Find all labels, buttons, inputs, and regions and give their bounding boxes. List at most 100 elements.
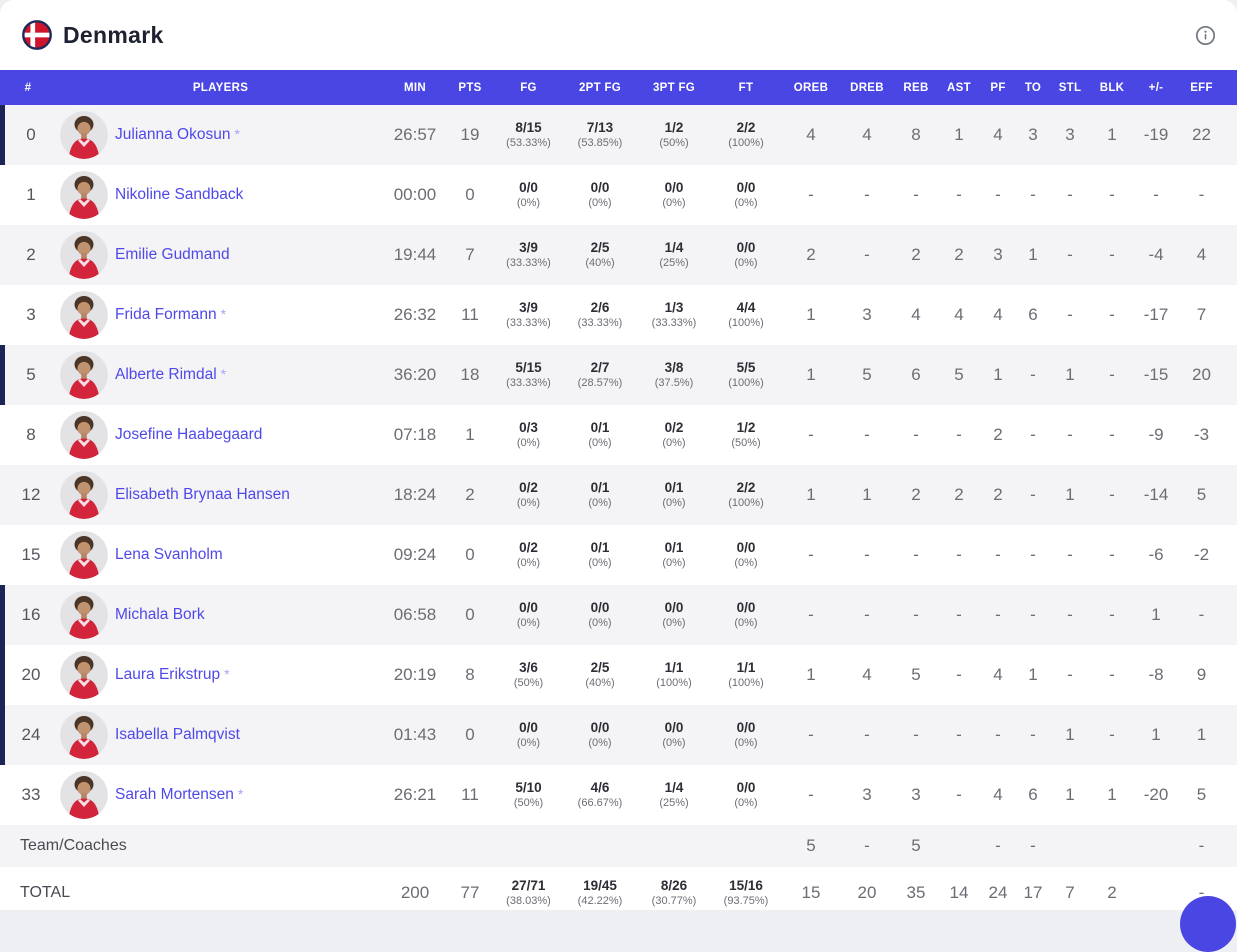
player-link[interactable]: Michala Bork [115,606,205,623]
stat-pf: 4 [980,285,1016,345]
team-coaches-row: Team/Coaches5-5--- [0,825,1237,867]
stat-eff: 5 [1178,765,1237,825]
stat-fg: 3/9(33.33%) [495,225,562,285]
player-photo [60,711,108,759]
player-number-label: 16 [22,605,41,624]
stat-oreb: 4 [782,105,840,165]
stat-pf: 4 [980,645,1016,705]
table-row: 12 Elisabeth Brynaa Hansen18:2420/2(0%)0… [0,465,1237,525]
stat-stl: - [1050,405,1090,465]
player-link[interactable]: Josefine Haabegaard [115,426,262,443]
stat-fg-made-attempted: 5/10 [495,779,562,797]
player-link[interactable]: Frida Formann [115,306,217,323]
empty-cell [710,825,782,867]
stat-pts: 8 [445,645,495,705]
table-row: 33 Sarah Mortensen*26:21115/10(50%)4/6(6… [0,765,1237,825]
stat-ft-made-attempted: 0/0 [710,719,782,737]
stat-pm: -20 [1134,765,1178,825]
stat-blk [1090,825,1134,867]
table-row: 20 Laura Erikstrup*20:1983/6(50%)2/5(40%… [0,645,1237,705]
info-icon[interactable] [1195,25,1216,46]
stat-fg3-made-attempted: 0/0 [638,719,710,737]
team-header: Denmark [0,0,1237,70]
stat-ast: - [938,705,980,765]
stat-stl: - [1050,165,1090,225]
player-number-label: 33 [22,785,41,804]
stat-to: - [1016,525,1050,585]
stat-pts: 0 [445,165,495,225]
player-link[interactable]: Isabella Palmqvist [115,726,240,743]
stat-ft-made-attempted: 0/0 [710,539,782,557]
stat-ft: 0/0(0%) [710,585,782,645]
stat-pf: 3 [980,225,1016,285]
stat-fg2-percentage: (0%) [562,497,638,511]
stat-dreb: 20 [840,867,894,910]
stat-fg2: 2/5(40%) [562,225,638,285]
stat-ft-made-attempted: 5/5 [710,359,782,377]
stat-fg2-made-attempted: 0/1 [562,539,638,557]
stat-fg-made-attempted: 0/3 [495,419,562,437]
col-header-2ptfg: 2PT FG [562,70,638,105]
stat-fg-made-attempted: 0/2 [495,539,562,557]
stat-reb: 4 [894,285,938,345]
player-link[interactable]: Julianna Okosun [115,126,230,143]
stat-reb: - [894,585,938,645]
stat-fg: 5/15(33.33%) [495,345,562,405]
player-number-label: 24 [22,725,41,744]
stat-ft: 2/2(100%) [710,105,782,165]
player-link[interactable]: Emilie Gudmand [115,246,230,263]
col-header-to: TO [1016,70,1050,105]
starter-star: * [234,126,239,142]
stat-fg: 5/10(50%) [495,765,562,825]
stat-pf: 2 [980,465,1016,525]
stat-fg2-made-attempted: 19/45 [562,877,638,895]
player-number: 0 [0,105,56,165]
stat-fg: 27/71(38.03%) [495,867,562,910]
player-photo [60,111,108,159]
stat-min: 26:32 [385,285,445,345]
avatar [56,225,112,285]
stat-pm: -8 [1134,645,1178,705]
player-number: 8 [0,405,56,465]
floating-action-button[interactable] [1180,896,1236,952]
table-row: 3 Frida Formann*26:32113/9(33.33%)2/6(33… [0,285,1237,345]
player-number-label: 2 [26,245,35,264]
stat-fg-percentage: (50%) [495,797,562,811]
player-name-cell: Josefine Haabegaard [112,405,385,465]
stat-blk: - [1090,525,1134,585]
stat-min: 19:44 [385,225,445,285]
stat-fg-made-attempted: 0/2 [495,479,562,497]
stat-fg-percentage: (0%) [495,617,562,631]
stat-fg: 0/3(0%) [495,405,562,465]
stat-ft: 0/0(0%) [710,765,782,825]
stat-ft: 0/0(0%) [710,165,782,225]
player-link[interactable]: Sarah Mortensen [115,786,234,803]
col-header-players: PLAYERS [56,70,385,105]
stat-oreb: - [782,765,840,825]
player-number: 3 [0,285,56,345]
stat-fg3: 0/1(0%) [638,525,710,585]
stat-fg: 3/9(33.33%) [495,285,562,345]
stat-pm: - [1134,165,1178,225]
stat-dreb: 3 [840,765,894,825]
stat-to: - [1016,705,1050,765]
stat-ft-made-attempted: 0/0 [710,179,782,197]
player-link[interactable]: Lena Svanholm [115,546,223,563]
box-score-card: Denmark # PLAYERS MIN PTS FG 2PT FG [0,0,1237,910]
stat-fg2: 4/6(66.67%) [562,765,638,825]
stat-pts: 11 [445,285,495,345]
player-link[interactable]: Alberte Rimdal [115,366,217,383]
total-label: TOTAL [0,867,385,910]
on-court-marker [0,705,5,765]
player-link[interactable]: Laura Erikstrup [115,666,220,683]
stat-dreb: 4 [840,645,894,705]
player-name-cell: Isabella Palmqvist [112,705,385,765]
stat-ft: 1/1(100%) [710,645,782,705]
stat-eff: 9 [1178,645,1237,705]
stat-fg2: 0/0(0%) [562,705,638,765]
player-link[interactable]: Elisabeth Brynaa Hansen [115,486,290,503]
stat-fg-percentage: (0%) [495,557,562,571]
stat-pts: 0 [445,585,495,645]
player-link[interactable]: Nikoline Sandback [115,186,243,203]
stat-stl: 1 [1050,345,1090,405]
